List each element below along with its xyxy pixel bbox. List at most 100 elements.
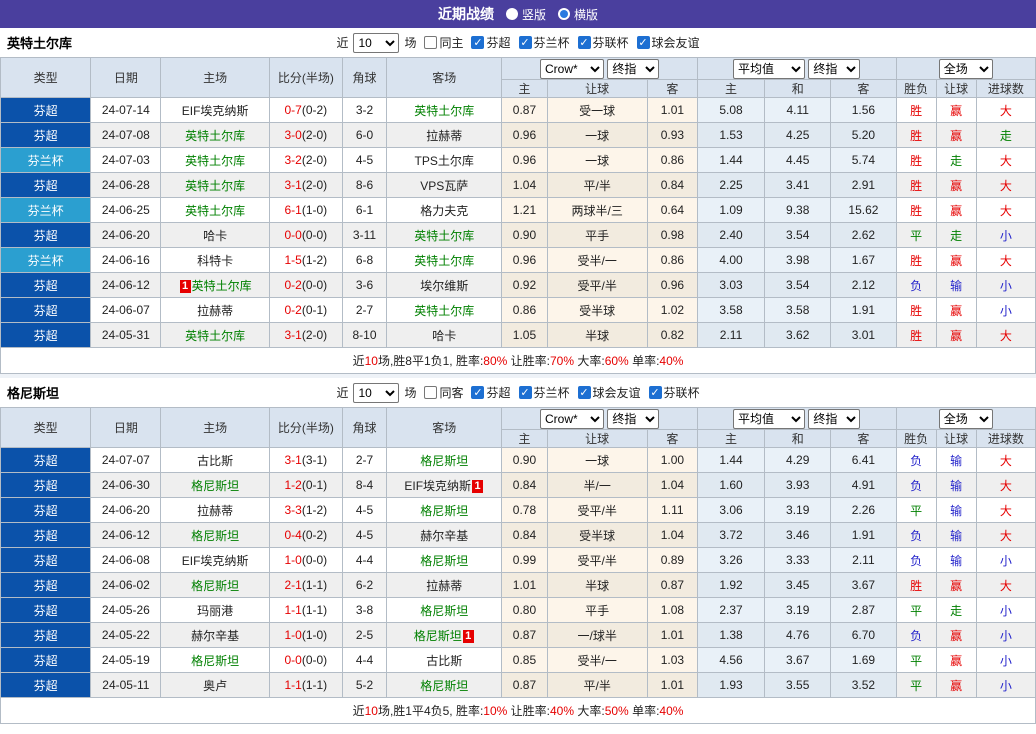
score: 0-2(0-1) bbox=[268, 297, 343, 323]
home-team[interactable]: 英特土尔库 bbox=[160, 122, 270, 148]
red-card-badge: 1 bbox=[472, 479, 484, 493]
odds-source-select[interactable]: Crow* bbox=[539, 58, 604, 79]
home-team[interactable]: 哈卡 bbox=[160, 222, 270, 248]
match-count-select[interactable]: 10 bbox=[353, 32, 400, 53]
home-team[interactable]: 英特土尔库 bbox=[160, 197, 270, 223]
avg-source-select[interactable]: 平均值 bbox=[733, 58, 806, 79]
league-type-badge: 芬超 bbox=[0, 597, 92, 623]
away-team[interactable]: 格尼斯坦 bbox=[386, 447, 503, 473]
result-scope-select[interactable]: 全场 bbox=[938, 408, 993, 429]
league-filter[interactable]: 芬超 bbox=[471, 384, 511, 401]
home-team[interactable]: 拉赫蒂 bbox=[160, 297, 270, 323]
avg-home: 1.44 bbox=[696, 447, 766, 473]
away-team[interactable]: 英特土尔库 bbox=[386, 297, 503, 323]
home-team[interactable]: 奥卢 bbox=[160, 672, 270, 698]
away-team[interactable]: 埃尔维斯 bbox=[386, 272, 503, 298]
handicap-line: 受平/半 bbox=[546, 272, 648, 298]
league-filter[interactable]: 球会友谊 bbox=[636, 34, 700, 51]
home-team[interactable]: 格尼斯坦 bbox=[160, 647, 270, 673]
away-team[interactable]: 英特土尔库 bbox=[386, 97, 503, 123]
result-goals: 小 bbox=[975, 597, 1036, 623]
away-team[interactable]: 哈卡 bbox=[386, 322, 503, 348]
league-filter[interactable]: 球会友谊 bbox=[577, 384, 641, 401]
home-odds: 1.01 bbox=[501, 572, 548, 598]
home-team[interactable]: 英特土尔库 bbox=[160, 172, 270, 198]
home-team[interactable]: 玛丽港 bbox=[160, 597, 270, 623]
result-winlose: 负 bbox=[895, 472, 937, 498]
result-handicap: 赢 bbox=[935, 297, 977, 323]
away-team[interactable]: 拉赫蒂 bbox=[386, 572, 503, 598]
page-title: 近期战绩 bbox=[437, 6, 494, 22]
home-team[interactable]: 科特卡 bbox=[160, 247, 270, 273]
odds-stage-select[interactable]: 终指 bbox=[607, 408, 660, 429]
league-filter[interactable]: 芬兰杯 bbox=[518, 384, 570, 401]
result-goals: 大 bbox=[975, 197, 1036, 223]
home-odds: 0.96 bbox=[501, 122, 548, 148]
avg-source-select[interactable]: 平均值 bbox=[733, 408, 806, 429]
home-team[interactable]: 英特土尔库 bbox=[160, 322, 270, 348]
away-team[interactable]: 格尼斯坦 bbox=[386, 547, 503, 573]
league-filter[interactable]: 芬超 bbox=[471, 34, 511, 51]
col-avg-draw: 和 bbox=[764, 429, 832, 448]
home-team[interactable]: 英特土尔库 bbox=[160, 147, 270, 173]
league-filter[interactable]: 芬联杯 bbox=[577, 34, 629, 51]
away-team[interactable]: 格尼斯坦 bbox=[386, 497, 503, 523]
same-venue-filter[interactable]: 同主 bbox=[424, 34, 463, 51]
avg-draw: 3.62 bbox=[764, 322, 832, 348]
avg-draw: 3.55 bbox=[764, 672, 832, 698]
match-count-select[interactable]: 10 bbox=[353, 382, 400, 403]
away-team[interactable]: 赫尔辛基 bbox=[386, 522, 503, 548]
home-team[interactable]: 1 英特土尔库 bbox=[160, 272, 270, 298]
away-team[interactable]: EIF埃克纳斯 1 bbox=[386, 472, 503, 498]
result-handicap: 走 bbox=[935, 222, 977, 248]
team-section-home: 英特土尔库 近 10 场 同主 芬超 芬兰杯 芬联杯 球会友谊 bbox=[0, 28, 1036, 374]
avg-home: 1.93 bbox=[696, 672, 766, 698]
home-team[interactable]: 赫尔辛基 bbox=[160, 622, 270, 648]
home-team[interactable]: 格尼斯坦 bbox=[160, 472, 270, 498]
col-handicap: 让球 bbox=[546, 429, 648, 448]
away-team[interactable]: 英特土尔库 bbox=[386, 222, 503, 248]
corner-score: 8-10 bbox=[341, 322, 388, 348]
score: 0-4(0-2) bbox=[268, 522, 343, 548]
layout-option-horizontal[interactable]: 横版 bbox=[558, 6, 598, 23]
avg-away: 6.41 bbox=[830, 447, 897, 473]
avg-stage-select[interactable]: 终指 bbox=[808, 58, 861, 79]
col-away: 客场 bbox=[386, 407, 503, 448]
team-name: 格尼斯坦 bbox=[7, 386, 60, 401]
home-team[interactable]: EIF埃克纳斯 bbox=[160, 97, 270, 123]
result-handicap: 赢 bbox=[935, 322, 977, 348]
away-team[interactable]: 格尼斯坦 1 bbox=[386, 622, 503, 648]
col-score: 比分(半场) bbox=[268, 57, 343, 98]
avg-away: 2.26 bbox=[830, 497, 897, 523]
away-team[interactable]: 格力夫克 bbox=[386, 197, 503, 223]
home-team[interactable]: 格尼斯坦 bbox=[160, 522, 270, 548]
odds-source-select[interactable]: Crow* bbox=[539, 408, 604, 429]
away-team[interactable]: 格尼斯坦 bbox=[386, 672, 503, 698]
away-team[interactable]: 古比斯 bbox=[386, 647, 503, 673]
match-row: 芬兰杯 24-06-16 科特卡 1-5(1-2) 6-8 英特土尔库 0.96 受半/一 0.… bbox=[0, 247, 1036, 273]
games-label: 场 bbox=[404, 386, 417, 400]
home-team[interactable]: 古比斯 bbox=[160, 447, 270, 473]
checkbox-icon bbox=[648, 386, 662, 399]
away-team[interactable]: VPS瓦萨 bbox=[386, 172, 503, 198]
league-filter[interactable]: 芬联杯 bbox=[648, 384, 700, 401]
away-odds: 0.86 bbox=[646, 147, 698, 173]
home-team[interactable]: EIF埃克纳斯 bbox=[160, 547, 270, 573]
away-team[interactable]: 拉赫蒂 bbox=[386, 122, 503, 148]
same-venue-filter[interactable]: 同客 bbox=[424, 384, 463, 401]
away-team[interactable]: 格尼斯坦 bbox=[386, 597, 503, 623]
col-type: 类型 bbox=[0, 57, 92, 98]
league-filter[interactable]: 芬兰杯 bbox=[518, 34, 570, 51]
avg-stage-select[interactable]: 终指 bbox=[808, 408, 861, 429]
match-date: 24-07-03 bbox=[90, 147, 162, 173]
away-team[interactable]: TPS土尔库 bbox=[386, 147, 503, 173]
home-team[interactable]: 格尼斯坦 bbox=[160, 572, 270, 598]
away-team[interactable]: 英特土尔库 bbox=[386, 247, 503, 273]
layout-option-vertical[interactable]: 竖版 bbox=[505, 6, 546, 23]
league-type-badge: 芬超 bbox=[0, 447, 92, 473]
result-winlose: 平 bbox=[895, 597, 937, 623]
home-team[interactable]: 拉赫蒂 bbox=[160, 497, 270, 523]
home-odds: 0.87 bbox=[501, 97, 548, 123]
result-scope-select[interactable]: 全场 bbox=[938, 58, 993, 79]
odds-stage-select[interactable]: 终指 bbox=[607, 58, 660, 79]
